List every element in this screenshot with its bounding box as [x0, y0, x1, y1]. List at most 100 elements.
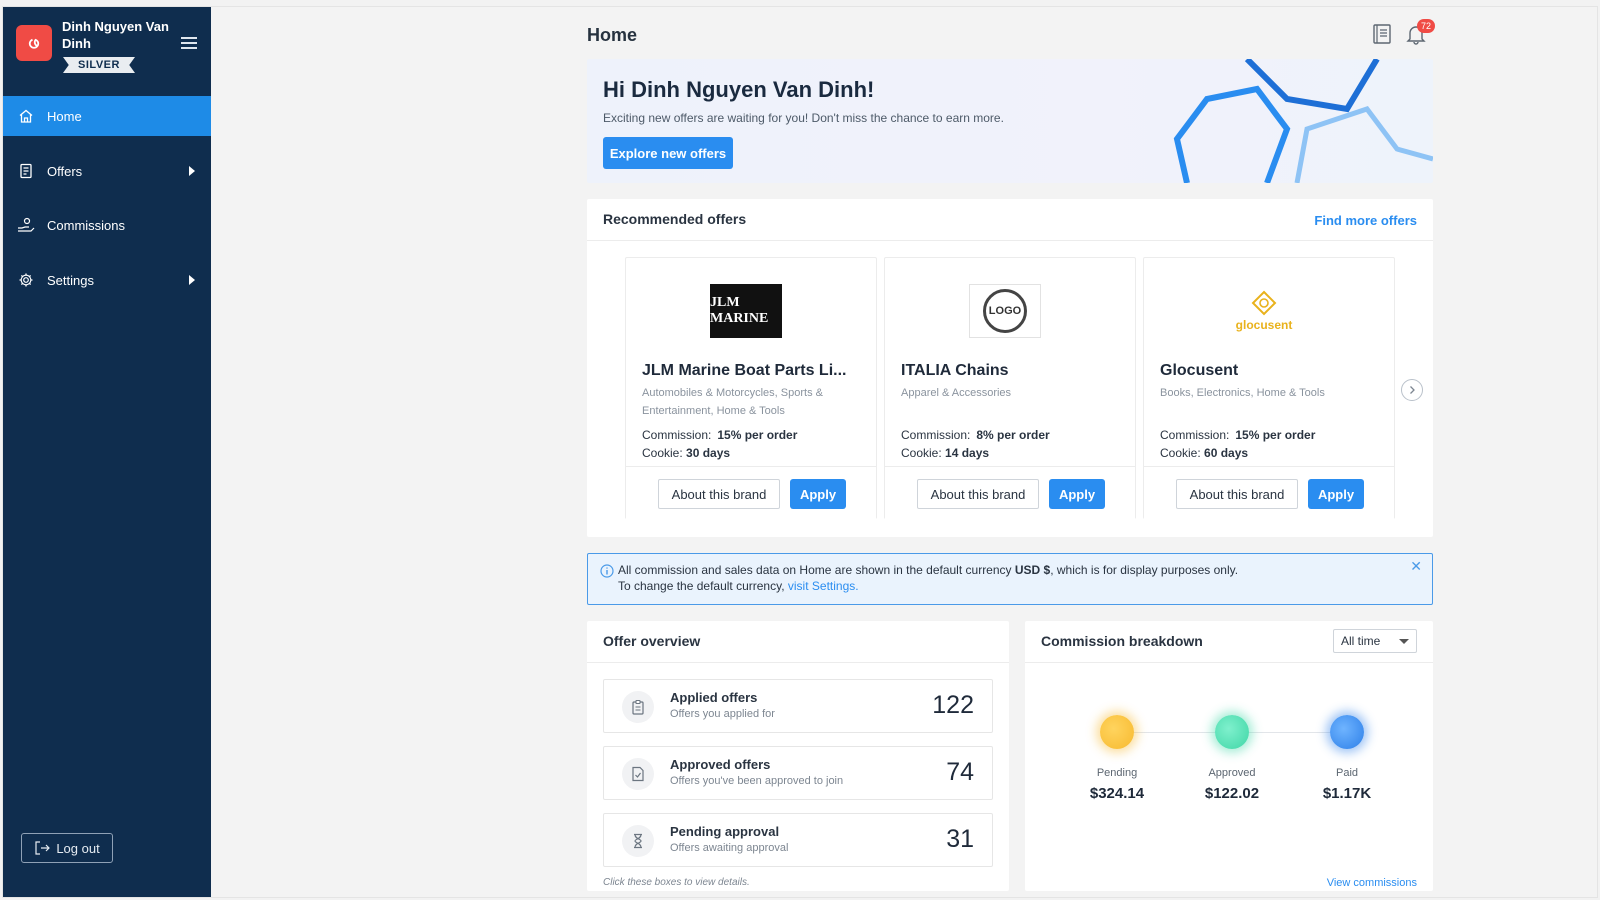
card-header: Commission breakdown All time	[1025, 621, 1433, 663]
sidebar-item-settings[interactable]: Settings	[3, 260, 211, 300]
approved-value: $122.02	[1204, 785, 1260, 802]
user-header: ဖ Dinh Nguyen Van Dinh SILVER	[3, 7, 211, 95]
visit-settings-link[interactable]: visit Settings.	[788, 579, 859, 593]
file-check-icon	[622, 758, 654, 790]
offer-overview-card: Offer overview Applied offers Offers you…	[587, 621, 1009, 891]
approved-label: Approved	[1208, 767, 1256, 779]
offer-actions: About this brand Apply	[626, 466, 876, 520]
approved-dot	[1215, 715, 1249, 749]
about-brand-button[interactable]: About this brand	[658, 479, 780, 509]
stat-value: 122	[932, 691, 974, 719]
stat-value: 31	[946, 825, 974, 853]
home-icon	[17, 107, 35, 125]
offer-name[interactable]: Glocusent	[1160, 362, 1384, 380]
stat-subtitle: Offers you applied for	[670, 708, 775, 720]
offer-actions: About this brand Apply	[1144, 466, 1394, 520]
offer-cookie: Cookie: 60 days	[1160, 446, 1249, 460]
currency-notice: All commission and sales data on Home ar…	[587, 553, 1433, 605]
offer-card[interactable]: JLM MARINE JLM Marine Boat Parts Li... A…	[625, 257, 877, 520]
logout-label: Log out	[56, 840, 100, 856]
page-title: Home	[587, 25, 638, 45]
hourglass-icon	[622, 825, 654, 857]
offer-category: Books, Electronics, Home & Tools	[1160, 387, 1325, 399]
hexagon-decoration	[1173, 59, 1433, 183]
card-header: Recommended offers Find more offers	[587, 199, 1433, 241]
menu-toggle-icon[interactable]	[181, 37, 197, 51]
notice-text: All commission and sales data on Home ar…	[618, 563, 1239, 593]
stat-pending-approval[interactable]: Pending approval Offers awaiting approva…	[603, 813, 993, 867]
tier-label: SILVER	[78, 59, 120, 71]
logout-icon	[35, 841, 51, 855]
pending-dot	[1100, 715, 1134, 749]
view-commissions-link[interactable]: View commissions	[1327, 877, 1417, 889]
brand-logo: glocusent	[1228, 284, 1300, 338]
pending-label: Pending	[1096, 767, 1138, 779]
explore-offers-button[interactable]: Explore new offers	[603, 137, 733, 169]
welcome-title: Hi Dinh Nguyen Van Dinh!	[603, 77, 875, 102]
stat-title: Pending approval	[670, 824, 780, 839]
overview-hint: Click these boxes to view details.	[603, 877, 750, 888]
brand-logo: LOGO	[969, 284, 1041, 338]
notification-count-badge: 72	[1417, 19, 1435, 33]
offer-cookie: Cookie: 30 days	[642, 446, 731, 460]
stat-applied-offers[interactable]: Applied offers Offers you applied for 12…	[603, 679, 993, 733]
stat-approved-offers[interactable]: Approved offers Offers you've been appro…	[603, 746, 993, 800]
card-title: Recommended offers	[603, 211, 747, 227]
close-icon[interactable]: ✕	[1410, 558, 1422, 575]
offer-category: Apparel & Accessories	[901, 387, 1012, 399]
app-window: ဖ Dinh Nguyen Van Dinh SILVER Home Offer…	[2, 6, 1598, 898]
caret-right-icon	[189, 166, 195, 176]
sidebar-item-offers[interactable]: Offers	[3, 151, 211, 191]
app-logo[interactable]: ဖ	[16, 25, 52, 61]
offer-name[interactable]: JLM Marine Boat Parts Li...	[642, 362, 866, 380]
recommended-offers-card: Recommended offers Find more offers JLM …	[587, 199, 1433, 537]
offer-name[interactable]: ITALIA Chains	[901, 362, 1125, 380]
gear-icon	[17, 271, 35, 289]
carousel-next-button[interactable]	[1401, 379, 1423, 401]
offer-cookie: Cookie: 14 days	[901, 446, 990, 460]
time-range-value: All time	[1341, 634, 1381, 648]
offer-commission: Commission: 15% per order	[642, 428, 798, 442]
sidebar-item-label: Settings	[47, 272, 94, 288]
offer-card[interactable]: LOGO ITALIA Chains Apparel & Accessories…	[884, 257, 1136, 520]
hand-coin-icon	[17, 216, 35, 234]
stat-value: 74	[946, 758, 974, 786]
offer-card[interactable]: glocusent Glocusent Books, Electronics, …	[1143, 257, 1395, 520]
sidebar-item-commissions[interactable]: Commissions	[3, 205, 211, 245]
stat-subtitle: Offers awaiting approval	[670, 842, 789, 854]
card-title: Offer overview	[603, 633, 701, 649]
offer-actions: About this brand Apply	[885, 466, 1135, 520]
offer-commission: Commission: 15% per order	[1160, 428, 1316, 442]
welcome-banner: Hi Dinh Nguyen Van Dinh! Exciting new of…	[587, 59, 1433, 183]
apply-button[interactable]: Apply	[1049, 479, 1105, 509]
tier-badge: SILVER	[63, 57, 135, 73]
find-more-offers-link[interactable]: Find more offers	[1314, 213, 1417, 228]
caret-right-icon	[189, 275, 195, 285]
welcome-subtitle: Exciting new offers are waiting for you!…	[603, 111, 1004, 125]
sidebar-item-label: Offers	[47, 163, 83, 179]
apply-button[interactable]: Apply	[790, 479, 846, 509]
about-brand-button[interactable]: About this brand	[917, 479, 1039, 509]
chevron-down-icon	[1399, 639, 1409, 644]
pending-value: $324.14	[1089, 785, 1145, 802]
document-icon	[17, 162, 35, 180]
about-brand-button[interactable]: About this brand	[1176, 479, 1298, 509]
commission-breakdown-card: Commission breakdown All time Pending $3…	[1025, 621, 1433, 891]
card-title: Commission breakdown	[1041, 633, 1203, 649]
sidebar-item-label: Commissions	[47, 217, 126, 233]
time-range-select[interactable]: All time	[1333, 629, 1417, 653]
guide-book-icon[interactable]	[1371, 23, 1393, 45]
apply-button[interactable]: Apply	[1308, 479, 1364, 509]
chevron-right-icon	[1410, 386, 1415, 394]
brand-logo: JLM MARINE	[710, 284, 782, 338]
stat-title: Approved offers	[670, 757, 771, 772]
stat-subtitle: Offers you've been approved to join	[670, 775, 844, 787]
user-name: Dinh Nguyen Van Dinh	[62, 19, 169, 51]
sidebar-item-label: Home	[47, 108, 82, 124]
logout-button[interactable]: Log out	[21, 833, 113, 863]
sidebar: ဖ Dinh Nguyen Van Dinh SILVER Home Offer…	[3, 7, 211, 897]
sidebar-item-home[interactable]: Home	[3, 96, 211, 136]
card-header: Offer overview	[587, 621, 1009, 663]
paid-dot	[1330, 715, 1364, 749]
offer-category: Automobiles & Motorcycles, Sports & Ente…	[642, 387, 823, 417]
